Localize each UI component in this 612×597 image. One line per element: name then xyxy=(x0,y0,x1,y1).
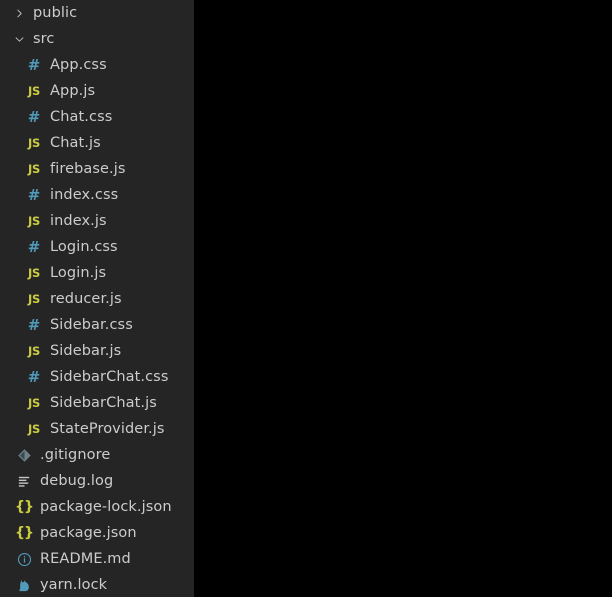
explorer-item-label: yarn.lock xyxy=(40,577,108,593)
explorer-item-label: index.css xyxy=(50,187,119,203)
explorer-file-row[interactable]: .gitignore xyxy=(0,442,194,468)
explorer-item-label: Login.css xyxy=(50,239,118,255)
icon-glyph: JS xyxy=(28,84,40,98)
explorer-folder-row[interactable]: src xyxy=(0,26,194,52)
icon-glyph: # xyxy=(27,107,41,126)
explorer-file-row[interactable]: JS Sidebar.js xyxy=(0,338,194,364)
js-icon: JS xyxy=(24,156,44,182)
explorer-item-label: README.md xyxy=(40,551,131,567)
js-icon: JS xyxy=(24,130,44,156)
explorer-file-row[interactable]: yarn.lock xyxy=(0,572,194,597)
explorer-item-label: debug.log xyxy=(40,473,114,489)
explorer-file-row[interactable]: JS reducer.js xyxy=(0,286,194,312)
js-icon: JS xyxy=(24,208,44,234)
js-icon: JS xyxy=(24,260,44,286)
explorer-file-row[interactable]: {} package-lock.json xyxy=(0,494,194,520)
explorer-file-row[interactable]: JS Chat.js xyxy=(0,130,194,156)
explorer-item-label: Chat.js xyxy=(50,135,101,151)
explorer-item-label: package-lock.json xyxy=(40,499,172,515)
explorer-item-label: SidebarChat.js xyxy=(50,395,157,411)
explorer-item-label: App.js xyxy=(50,83,96,99)
explorer-file-row[interactable]: debug.log xyxy=(0,468,194,494)
js-icon: JS xyxy=(24,416,44,442)
explorer-item-label: .gitignore xyxy=(40,447,111,463)
explorer-item-list: public src # App.css JS App.js # Chat.css JS Chat… xyxy=(0,0,194,597)
icon-glyph: JS xyxy=(28,422,40,436)
explorer-file-row[interactable]: JS SidebarChat.js xyxy=(0,390,194,416)
explorer-item-label: Login.js xyxy=(50,265,107,281)
yarn-icon xyxy=(14,578,34,593)
js-icon: JS xyxy=(24,338,44,364)
css-icon: # xyxy=(24,107,44,126)
explorer-file-row[interactable]: # Sidebar.css xyxy=(0,312,194,338)
explorer-item-label: StateProvider.js xyxy=(50,421,165,437)
explorer-file-row[interactable]: README.md xyxy=(0,546,194,572)
icon-glyph: # xyxy=(27,55,41,74)
explorer-file-row[interactable]: JS index.js xyxy=(0,208,194,234)
js-icon: JS xyxy=(24,78,44,104)
icon-glyph: JS xyxy=(28,136,40,150)
icon-glyph: JS xyxy=(28,292,40,306)
explorer-item-label: reducer.js xyxy=(50,291,122,307)
css-icon: # xyxy=(24,237,44,256)
icon-glyph: # xyxy=(27,237,41,256)
git-icon xyxy=(14,448,34,463)
explorer-file-row[interactable]: # Login.css xyxy=(0,234,194,260)
chevron-down-icon[interactable] xyxy=(10,34,28,45)
vscode-window: public src # App.css JS App.js # Chat.css JS Chat… xyxy=(0,0,612,597)
explorer-item-label: package.json xyxy=(40,525,137,541)
js-icon: JS xyxy=(24,390,44,416)
explorer-item-label: SidebarChat.css xyxy=(50,369,169,385)
js-icon: JS xyxy=(24,286,44,312)
explorer-file-row[interactable]: # SidebarChat.css xyxy=(0,364,194,390)
json-icon: {} xyxy=(14,500,34,514)
css-icon: # xyxy=(24,315,44,334)
file-explorer-tree[interactable]: public src # App.css JS App.js # Chat.css JS Chat… xyxy=(0,0,194,597)
css-icon: # xyxy=(24,55,44,74)
log-icon xyxy=(14,474,34,489)
explorer-item-label: firebase.js xyxy=(50,161,126,177)
css-icon: # xyxy=(24,185,44,204)
explorer-item-label: Chat.css xyxy=(50,109,113,125)
explorer-item-label: Sidebar.js xyxy=(50,343,122,359)
explorer-item-label: public xyxy=(33,5,78,21)
icon-glyph: JS xyxy=(28,396,40,410)
icon-glyph: {} xyxy=(15,499,34,515)
icon-glyph: JS xyxy=(28,344,40,358)
icon-glyph: JS xyxy=(28,162,40,176)
editor-empty-area[interactable] xyxy=(194,0,612,597)
explorer-file-row[interactable]: {} package.json xyxy=(0,520,194,546)
chevron-right-icon[interactable] xyxy=(10,8,28,19)
json-icon: {} xyxy=(14,526,34,540)
explorer-file-row[interactable]: JS App.js xyxy=(0,78,194,104)
explorer-item-label: App.css xyxy=(50,57,107,73)
icon-glyph: {} xyxy=(15,525,34,541)
explorer-item-label: src xyxy=(33,31,55,47)
icon-glyph: JS xyxy=(28,214,40,228)
icon-glyph: # xyxy=(27,367,41,386)
explorer-file-row[interactable]: JS StateProvider.js xyxy=(0,416,194,442)
explorer-file-row[interactable]: # Chat.css xyxy=(0,104,194,130)
explorer-file-row[interactable]: JS Login.js xyxy=(0,260,194,286)
css-icon: # xyxy=(24,367,44,386)
icon-glyph: JS xyxy=(28,266,40,280)
explorer-file-row[interactable]: # App.css xyxy=(0,52,194,78)
explorer-item-label: index.js xyxy=(50,213,107,229)
explorer-item-label: Sidebar.css xyxy=(50,317,133,333)
icon-glyph: # xyxy=(27,315,41,334)
explorer-file-row[interactable]: JS firebase.js xyxy=(0,156,194,182)
icon-glyph: # xyxy=(27,185,41,204)
explorer-file-row[interactable]: # index.css xyxy=(0,182,194,208)
explorer-folder-row[interactable]: public xyxy=(0,0,194,26)
markdown-info-icon xyxy=(14,552,34,567)
